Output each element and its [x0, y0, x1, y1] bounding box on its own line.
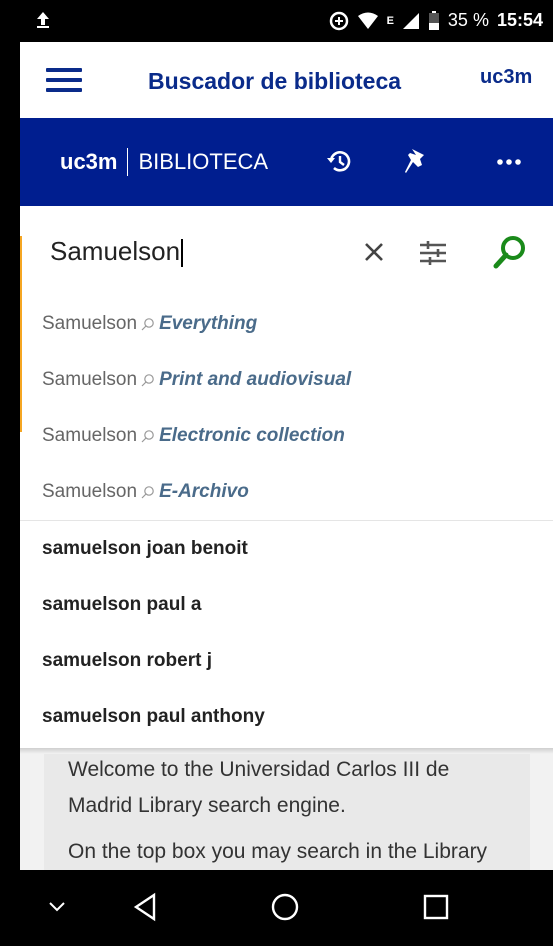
brand-uc3m: uc3m — [60, 149, 118, 174]
suggestions-dropdown: Samuelson Everything Samuelson Print and a… — [20, 296, 553, 745]
welcome-text: Welcome to the Universidad Carlos III de… — [68, 758, 450, 817]
app-header: Buscador de biblioteca uc3m — [20, 42, 553, 118]
scope-label: Electronic collection — [159, 425, 345, 446]
scope-term: Samuelson — [42, 481, 138, 502]
more-icon[interactable] — [494, 146, 524, 176]
term-suggestion[interactable]: samuelson joan benoit — [20, 521, 553, 577]
scope-label: Everything — [159, 313, 258, 334]
search-input-value: Samuelson — [50, 236, 181, 266]
term-suggestion[interactable]: samuelson paul a — [20, 577, 553, 633]
search-bar: Samuelson — [20, 206, 553, 297]
brand-biblioteca: BIBLIOTECA — [138, 149, 269, 174]
focus-indicator — [20, 236, 22, 432]
clock: 15:54 — [496, 10, 543, 30]
term-suggestion[interactable]: samuelson paul anthony — [20, 689, 553, 745]
scope-suggestion-everything[interactable]: Samuelson Everything — [20, 296, 553, 352]
home-icon[interactable] — [270, 892, 300, 927]
magnifier-icon — [141, 430, 154, 443]
scope-suggestion-print[interactable]: Samuelson Print and audiovisual — [20, 352, 553, 408]
clear-icon[interactable] — [362, 240, 386, 264]
signal-icon — [402, 12, 419, 29]
search-input[interactable]: Samuelson — [50, 236, 184, 268]
scope-suggestion-earchivo[interactable]: Samuelson E-Archivo — [20, 464, 553, 520]
system-nav-bar — [20, 870, 553, 946]
chevron-down-icon[interactable] — [48, 900, 66, 918]
data-saver-icon — [329, 11, 348, 30]
scope-suggestion-electronic[interactable]: Samuelson Electronic collection — [20, 408, 553, 464]
magnifier-icon — [141, 318, 154, 331]
menu-icon[interactable] — [46, 68, 82, 92]
scope-label: E-Archivo — [159, 481, 249, 502]
status-bar: E 35 % 15:54 — [20, 0, 553, 42]
scope-label: Print and audiovisual — [159, 369, 352, 390]
search-icon[interactable] — [490, 232, 530, 272]
library-logo[interactable]: uc3m BIBLIOTECA — [60, 148, 268, 176]
upload-icon — [35, 10, 51, 35]
dropdown-shadow — [20, 748, 553, 754]
history-icon[interactable] — [324, 146, 354, 176]
brand-separator — [127, 148, 129, 176]
battery-icon — [428, 10, 439, 30]
page-title: Buscador de biblioteca — [148, 68, 402, 94]
magnifier-icon — [141, 486, 154, 499]
app-frame: E 35 % 15:54 Buscador de biblioteca uc3m… — [20, 0, 553, 946]
wifi-icon — [357, 12, 378, 29]
library-toolbar: uc3m BIBLIOTECA — [20, 118, 553, 206]
text-caret — [181, 239, 184, 268]
battery-level: 35 % — [447, 10, 489, 30]
scope-term: Samuelson — [42, 313, 138, 334]
recents-icon[interactable] — [422, 892, 450, 925]
scope-term: Samuelson — [42, 369, 138, 390]
pin-icon[interactable] — [400, 146, 430, 176]
screen-edge-left — [0, 0, 20, 946]
back-icon[interactable] — [132, 892, 158, 927]
scope-term: Samuelson — [42, 425, 138, 446]
term-suggestion[interactable]: samuelson robert j — [20, 633, 553, 689]
header-logo[interactable]: uc3m — [480, 66, 532, 89]
advanced-search-icon[interactable] — [418, 239, 448, 267]
status-right: E 35 % 15:54 — [329, 10, 543, 31]
magnifier-icon — [141, 374, 154, 387]
network-type: E — [386, 14, 394, 27]
